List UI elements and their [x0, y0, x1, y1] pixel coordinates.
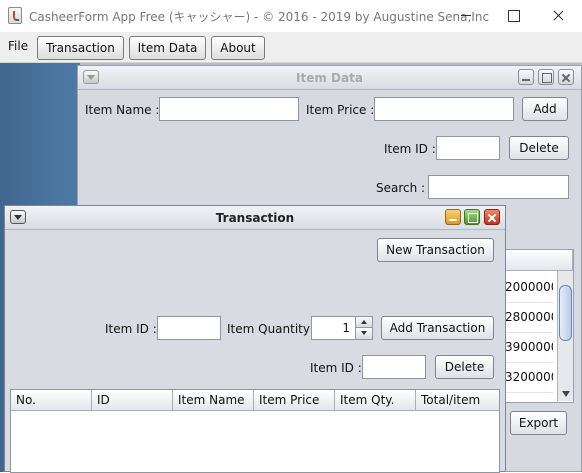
add-item-button[interactable]: Add: [522, 97, 568, 121]
maximize-icon[interactable]: [490, 0, 536, 32]
search-input[interactable]: [428, 175, 569, 199]
item-id-input[interactable]: [157, 316, 221, 340]
table-cell[interactable]: 3200000: [505, 363, 553, 393]
item-name-input[interactable]: [159, 97, 299, 121]
table-cell[interactable]: 2000000: [505, 273, 553, 303]
item-price-label: Item Price :: [306, 103, 375, 117]
minimize-icon[interactable]: [518, 69, 534, 85]
close-icon[interactable]: [558, 69, 574, 85]
item-data-title-bar[interactable]: Item Data: [78, 66, 581, 90]
maximize-icon[interactable]: [464, 209, 480, 225]
table-cell[interactable]: 2800000: [505, 303, 553, 333]
delete-item-id-label: Item ID :: [310, 361, 362, 375]
minimize-icon[interactable]: [444, 0, 490, 32]
item-quantity-spinner[interactable]: 1: [311, 316, 373, 340]
item-table-header: [505, 250, 573, 271]
transaction-title: Transaction: [215, 211, 295, 225]
item-id-label: Item ID :: [384, 142, 436, 156]
item-price-input[interactable]: [374, 97, 514, 121]
close-icon[interactable]: [536, 0, 582, 32]
new-transaction-button[interactable]: New Transaction: [377, 238, 494, 262]
delete-item-button[interactable]: Delete: [509, 136, 569, 160]
transaction-table[interactable]: No. ID Item Name Item Price Item Qty. To…: [10, 389, 500, 473]
app-title: CasheerForm App Free (キャッシャー) - © 2016 -…: [29, 10, 490, 24]
minimize-icon[interactable]: [445, 209, 461, 225]
delete-transaction-item-button[interactable]: Delete: [435, 355, 494, 379]
table-cell[interactable]: 3900000: [505, 333, 553, 363]
menu-bar: File Transaction Item Data About: [0, 32, 582, 63]
item-quantity-value[interactable]: 1: [312, 321, 354, 335]
item-name-label: Item Name :: [85, 103, 160, 117]
export-button[interactable]: Export: [510, 411, 567, 435]
java-cup-icon: [8, 7, 22, 24]
item-data-menu-button[interactable]: Item Data: [129, 36, 206, 60]
item-data-title: Item Data: [296, 71, 363, 85]
menu-file[interactable]: File: [8, 39, 28, 53]
transaction-menu-button[interactable]: Transaction: [37, 36, 124, 60]
item-quantity-label: Item Quantity :: [227, 322, 318, 336]
column-header-item-name[interactable]: Item Name: [173, 390, 254, 411]
spinner-up-icon[interactable]: [355, 317, 372, 328]
scrollbar-thumb[interactable]: [559, 285, 572, 341]
column-header-item-price[interactable]: Item Price: [254, 390, 335, 411]
item-table-body: 2000000 2800000 3900000 3200000: [505, 271, 573, 401]
about-menu-button[interactable]: About: [211, 36, 265, 60]
search-label: Search :: [376, 181, 426, 195]
item-id-label: Item ID :: [105, 322, 157, 336]
item-id-input[interactable]: [436, 136, 500, 160]
spinner-down-icon[interactable]: [355, 328, 372, 339]
transaction-table-header: No. ID Item Name Item Price Item Qty. To…: [11, 390, 499, 411]
add-transaction-button[interactable]: Add Transaction: [381, 316, 494, 340]
scroll-down-icon[interactable]: [562, 391, 570, 397]
app-title-bar: CasheerForm App Free (キャッシャー) - © 2016 -…: [0, 0, 582, 32]
close-icon[interactable]: [484, 209, 500, 225]
maximize-icon[interactable]: [538, 69, 554, 85]
transaction-title-bar[interactable]: Transaction: [5, 206, 505, 230]
column-header-id[interactable]: ID: [92, 390, 173, 411]
column-header-item-qty[interactable]: Item Qty.: [335, 390, 416, 411]
vertical-scrollbar[interactable]: [557, 271, 573, 401]
transaction-window: Transaction New Transaction Item ID : It…: [4, 205, 506, 473]
column-header-total-item[interactable]: Total/item: [416, 390, 499, 411]
item-table[interactable]: 2000000 2800000 3900000 3200000: [504, 249, 574, 403]
delete-item-id-input[interactable]: [362, 355, 426, 379]
column-header-no[interactable]: No.: [11, 390, 92, 411]
